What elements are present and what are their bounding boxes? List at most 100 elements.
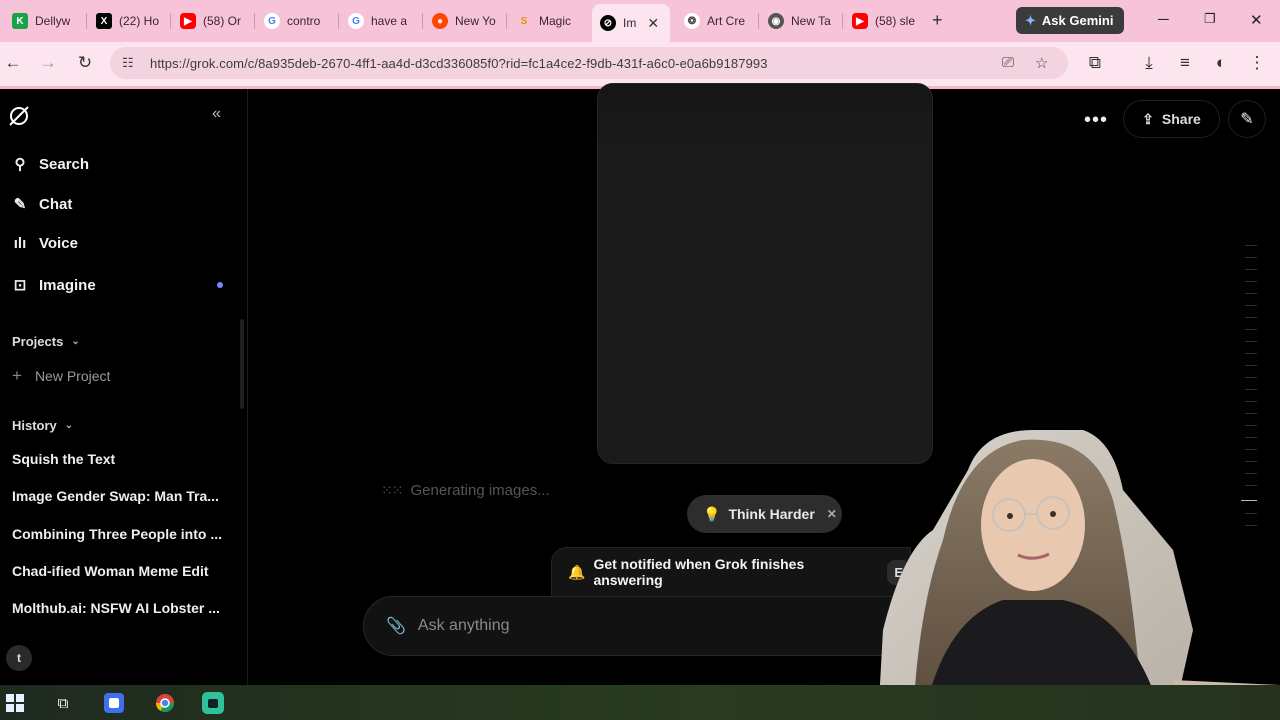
message-composer: 📎 bbox=[363, 596, 923, 656]
imagine-new-indicator bbox=[217, 282, 223, 288]
browser-tab[interactable]: G have a bbox=[340, 6, 420, 36]
sidebar-item-search[interactable]: ⚲ Search bbox=[12, 155, 90, 174]
scroll-rail-mark bbox=[1245, 317, 1257, 318]
media-controls-icon[interactable]: ≡ bbox=[1174, 53, 1196, 73]
green-app-icon[interactable] bbox=[201, 691, 225, 715]
scroll-rail-mark bbox=[1245, 305, 1257, 306]
new-chat-button[interactable]: ✎ bbox=[1228, 100, 1266, 138]
ask-gemini-button[interactable]: ✦ Ask Gemini bbox=[1016, 7, 1124, 34]
history-item[interactable]: Chad-ified Woman Meme Edit bbox=[12, 563, 222, 579]
x-logo-icon: X bbox=[96, 13, 112, 29]
collapse-sidebar-icon[interactable]: « bbox=[212, 105, 221, 123]
close-tab-icon[interactable]: ✕ bbox=[647, 15, 659, 32]
gemini-sparkle-icon: ✦ bbox=[1025, 12, 1036, 28]
user-avatar[interactable]: t bbox=[6, 645, 32, 671]
reddit-icon: ● bbox=[432, 13, 448, 29]
address-bar[interactable]: ☷ https://grok.com/c/8a935deb-2670-4ff1-… bbox=[110, 47, 1068, 79]
download-icon[interactable]: ⤓ bbox=[1138, 53, 1160, 73]
browser-tab[interactable]: K Dellyw bbox=[4, 6, 84, 36]
magic-s-icon: S bbox=[520, 15, 528, 27]
sidebar-item-imagine[interactable]: ⊡ Imagine bbox=[12, 276, 96, 295]
search-icon: ⚲ bbox=[14, 156, 26, 173]
windows-start-icon[interactable] bbox=[3, 691, 27, 715]
forward-icon[interactable]: → bbox=[37, 53, 59, 73]
google-icon: G bbox=[348, 13, 364, 29]
bell-icon: 🔔 bbox=[568, 563, 586, 580]
browser-tab[interactable]: ● New Yo bbox=[424, 6, 504, 36]
generating-status: ⁙⁙ Generating images... bbox=[381, 482, 550, 499]
profile-icon[interactable]: ◐ bbox=[1210, 53, 1232, 73]
chrome-icon: ◉ bbox=[768, 13, 784, 29]
youtube-icon: ▶ bbox=[180, 13, 196, 29]
site-settings-icon[interactable]: ☷ bbox=[122, 55, 140, 71]
browser-tab[interactable]: G contro bbox=[256, 6, 336, 36]
back-icon[interactable]: ← bbox=[2, 53, 24, 73]
restore-icon[interactable]: ❐ bbox=[1204, 11, 1216, 27]
new-tab-icon[interactable]: + bbox=[932, 10, 943, 31]
browser-tab-active[interactable]: ⊘ Im ✕ bbox=[592, 4, 670, 42]
chrome-taskbar-icon[interactable] bbox=[153, 691, 177, 715]
close-icon[interactable]: ✕ bbox=[827, 507, 837, 521]
voice-icon: ılı bbox=[13, 235, 27, 252]
bookmark-star-icon[interactable]: ☆ bbox=[1035, 54, 1048, 72]
history-item[interactable]: Combining Three People into ... bbox=[12, 526, 222, 542]
sidebar-item-voice[interactable]: ılı Voice bbox=[12, 235, 78, 252]
browser-tab[interactable]: ▶ (58) Or bbox=[172, 6, 252, 36]
sidebar-scrollbar[interactable] bbox=[240, 319, 244, 409]
scroll-rail-mark bbox=[1245, 341, 1257, 342]
blue-app-icon[interactable] bbox=[102, 691, 126, 715]
share-button[interactable]: ⇪ Share bbox=[1123, 100, 1220, 138]
image-placeholder-card bbox=[597, 83, 933, 464]
history-item[interactable]: Image Gender Swap: Man Tra... bbox=[12, 488, 222, 504]
browser-tab[interactable]: S Magic bbox=[508, 6, 588, 36]
more-options-icon[interactable]: ••• bbox=[1084, 109, 1108, 132]
scroll-rail-mark bbox=[1245, 377, 1257, 378]
browser-tab[interactable]: ▶ (58) sle bbox=[844, 6, 924, 36]
think-harder-chip[interactable]: 💡 Think Harder ✕ bbox=[687, 495, 842, 533]
history-item[interactable]: Molthub.ai: NSFW AI Lobster ... bbox=[12, 600, 222, 616]
scroll-rail-mark bbox=[1245, 353, 1257, 354]
plus-icon: + bbox=[12, 366, 22, 385]
browser-tabstrip: K Dellyw X (22) Ho ▶ (58) Or G contro G … bbox=[0, 0, 1280, 42]
scroll-rail-mark bbox=[1245, 425, 1257, 426]
scroll-rail-mark bbox=[1245, 365, 1257, 366]
new-project-button[interactable]: + New Project bbox=[12, 366, 110, 386]
scroll-rail-mark bbox=[1245, 389, 1257, 390]
install-app-icon[interactable]: ⎚ bbox=[1002, 54, 1014, 71]
url-text[interactable]: https://grok.com/c/8a935deb-2670-4ff1-aa… bbox=[150, 56, 768, 71]
chat-icon: ✎ bbox=[13, 196, 27, 213]
k-logo-icon: K bbox=[12, 13, 28, 29]
webcam-overlay-image bbox=[878, 430, 1280, 720]
ask-input[interactable] bbox=[417, 617, 818, 635]
windows-taskbar: ⧉ bbox=[0, 685, 1280, 720]
scroll-rail-mark bbox=[1245, 257, 1257, 258]
browser-tab[interactable]: X (22) Ho bbox=[88, 6, 168, 36]
browser-tab[interactable]: ◉ New Ta bbox=[760, 6, 840, 36]
browser-tab[interactable]: ❂ Art Cre bbox=[676, 6, 756, 36]
edit-icon: ✎ bbox=[1240, 111, 1254, 128]
scroll-rail-mark bbox=[1245, 401, 1257, 402]
sidebar-item-chat[interactable]: ✎ Chat bbox=[12, 195, 73, 214]
history-header[interactable]: History ⌄ bbox=[12, 418, 73, 433]
chevron-down-icon: ⌄ bbox=[71, 336, 80, 347]
task-view-icon[interactable]: ⧉ bbox=[51, 691, 75, 715]
youtube-icon: ▶ bbox=[852, 13, 868, 29]
close-window-icon[interactable]: ✕ bbox=[1250, 11, 1263, 29]
minimize-icon[interactable]: ─ bbox=[1158, 11, 1169, 28]
scroll-rail-mark bbox=[1245, 269, 1257, 270]
browser-toolbar: ← → ↻ ☷ https://grok.com/c/8a935deb-2670… bbox=[0, 42, 1280, 86]
menu-kebab-icon[interactable]: ⋮ bbox=[1246, 53, 1268, 73]
extensions-icon[interactable]: ⧉ bbox=[1084, 53, 1106, 73]
lightbulb-icon: 💡 bbox=[703, 505, 721, 522]
scroll-rail-mark bbox=[1245, 281, 1257, 282]
chevron-down-icon: ⌄ bbox=[64, 420, 74, 431]
attach-paperclip-icon[interactable]: 📎 bbox=[386, 616, 406, 636]
scroll-rail-mark bbox=[1245, 413, 1257, 414]
google-icon: G bbox=[264, 13, 280, 29]
reload-icon[interactable]: ↻ bbox=[74, 53, 96, 73]
history-item[interactable]: Squish the Text bbox=[12, 451, 222, 467]
scroll-rail-mark bbox=[1245, 329, 1257, 330]
notify-banner: 🔔 Get notified when Grok finishes answer… bbox=[551, 547, 911, 597]
projects-header[interactable]: Projects ⌄ bbox=[12, 334, 80, 349]
grok-logo-icon[interactable] bbox=[7, 104, 31, 128]
